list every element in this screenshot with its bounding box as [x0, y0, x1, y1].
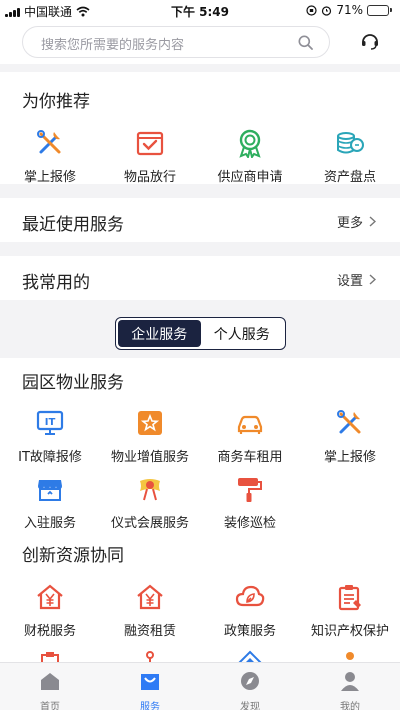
service-icon [141, 674, 159, 690]
service-item[interactable]: 物品放行 [100, 126, 200, 185]
service-item[interactable]: 政策服务 [200, 580, 300, 639]
service-item-label: 财税服务 [23, 624, 76, 639]
service-item-label: 融资租赁 [123, 624, 176, 639]
home-icon [41, 673, 59, 690]
more-link[interactable]: 更多 [337, 212, 376, 231]
star-badge-icon [138, 411, 162, 435]
shop-icon [38, 480, 62, 501]
service-item-label: 掌上报修 [23, 170, 76, 185]
service-item-label: 装修巡检 [223, 516, 276, 531]
service-item[interactable]: 供应商申请 [200, 126, 300, 185]
yen-house-icon [37, 584, 63, 610]
award-icon [239, 129, 261, 158]
yen-house-icon [137, 584, 163, 610]
alarm-icon [322, 5, 332, 16]
document-icon [338, 585, 361, 611]
paint-roller-icon [238, 478, 262, 502]
tab-home[interactable]: 首页 [0, 663, 100, 710]
recommended-section: 为你推荐 掌上报修 物品放行 供应商申请 资产盘点 [0, 72, 400, 185]
it-monitor-icon: IT [36, 410, 64, 435]
settings-label: 设置 [336, 274, 363, 289]
service-item[interactable]: 财税服务 [0, 580, 100, 639]
service-item[interactable]: 装修巡检 [200, 472, 300, 531]
service-item-label: 物品放行 [123, 170, 176, 185]
park-services-title: 园区物业服务 [22, 373, 124, 393]
cloud-leaf-icon [235, 585, 265, 607]
compass-icon [241, 672, 259, 690]
service-type-toggle: 企业服务 个人服务 [115, 317, 286, 350]
recent-section[interactable]: 最近使用服务 更多 [0, 198, 400, 242]
service-item-label: 物业增值服务 [110, 450, 189, 465]
search-placeholder: 搜索您所需要的服务内容 [41, 38, 185, 53]
customer-service-icon[interactable] [360, 31, 380, 51]
tab-enterprise-services[interactable]: 企业服务 [118, 320, 201, 347]
battery-percent: 71% [336, 3, 363, 17]
service-item[interactable]: 仪式会展服务 [100, 472, 200, 531]
service-item[interactable]: 物业增值服务 [100, 406, 200, 465]
tab-mine-label: 我的 [340, 702, 360, 710]
tab-mine[interactable]: 我的 [300, 663, 400, 710]
box-check-icon [136, 131, 164, 156]
tab-service-label: 服务 [140, 702, 160, 710]
service-item[interactable]: 掌上报修 [0, 126, 100, 185]
tab-service[interactable]: 服务 [100, 663, 200, 710]
service-item-label: 入驻服务 [23, 516, 76, 531]
settings-link[interactable]: 设置 [337, 270, 376, 289]
service-item-label: 掌上报修 [323, 450, 376, 465]
chevron-right-icon [369, 216, 376, 227]
svg-text:IT: IT [45, 417, 56, 428]
orientation-lock-icon [306, 4, 317, 16]
tab-personal-services[interactable]: 个人服务 [201, 320, 284, 347]
car-icon [237, 415, 263, 434]
service-item[interactable]: 商务车租用 [200, 406, 300, 465]
user-icon [341, 672, 359, 691]
service-item[interactable]: 融资租赁 [100, 580, 200, 639]
more-label: 更多 [336, 216, 363, 231]
tab-discover[interactable]: 发现 [200, 663, 300, 710]
status-right: 71% [306, 3, 392, 17]
service-item-label: 政策服务 [223, 624, 276, 639]
favorites-section[interactable]: 我常用的 设置 [0, 256, 400, 300]
enterprise-services-panel: 园区物业服务 IT IT故障报修 物业增值服务 商务车租用 掌上报修 入驻服务 … [0, 358, 400, 678]
innovation-title: 创新资源协同 [22, 546, 124, 566]
service-item[interactable]: 知识产权保护 [300, 580, 400, 639]
battery-icon [367, 4, 392, 16]
chevron-right-icon [369, 274, 376, 285]
service-item[interactable]: IT IT故障报修 [0, 406, 100, 465]
service-item-label: 供应商申请 [217, 170, 283, 185]
service-item[interactable]: 资产盘点 [300, 126, 400, 185]
ceremony-icon [140, 479, 160, 501]
bottom-tab-bar: 首页 服务 发现 我的 [0, 662, 400, 710]
tools-icon [337, 410, 361, 434]
service-item[interactable]: 掌上报修 [300, 406, 400, 465]
recent-title: 最近使用服务 [22, 215, 124, 235]
search-icon[interactable] [298, 35, 313, 50]
service-item-label: 商务车租用 [217, 450, 283, 465]
service-item[interactable]: 入驻服务 [0, 472, 100, 531]
recommended-title: 为你推荐 [22, 92, 90, 112]
service-item-label: 资产盘点 [323, 170, 376, 185]
status-bar: 中国联通 下午 5:49 71% [0, 0, 400, 20]
coins-icon [337, 132, 364, 154]
tab-discover-label: 发现 [240, 702, 260, 710]
search-input[interactable]: 搜索您所需要的服务内容 [22, 26, 330, 58]
favorites-title: 我常用的 [22, 273, 90, 293]
tab-home-label: 首页 [40, 702, 60, 710]
service-item-label: IT故障报修 [18, 450, 82, 465]
tools-icon [37, 130, 61, 154]
service-item-label: 知识产权保护 [310, 624, 389, 639]
search-bar-row: 搜索您所需要的服务内容 [0, 20, 400, 64]
service-item-label: 仪式会展服务 [110, 516, 189, 531]
